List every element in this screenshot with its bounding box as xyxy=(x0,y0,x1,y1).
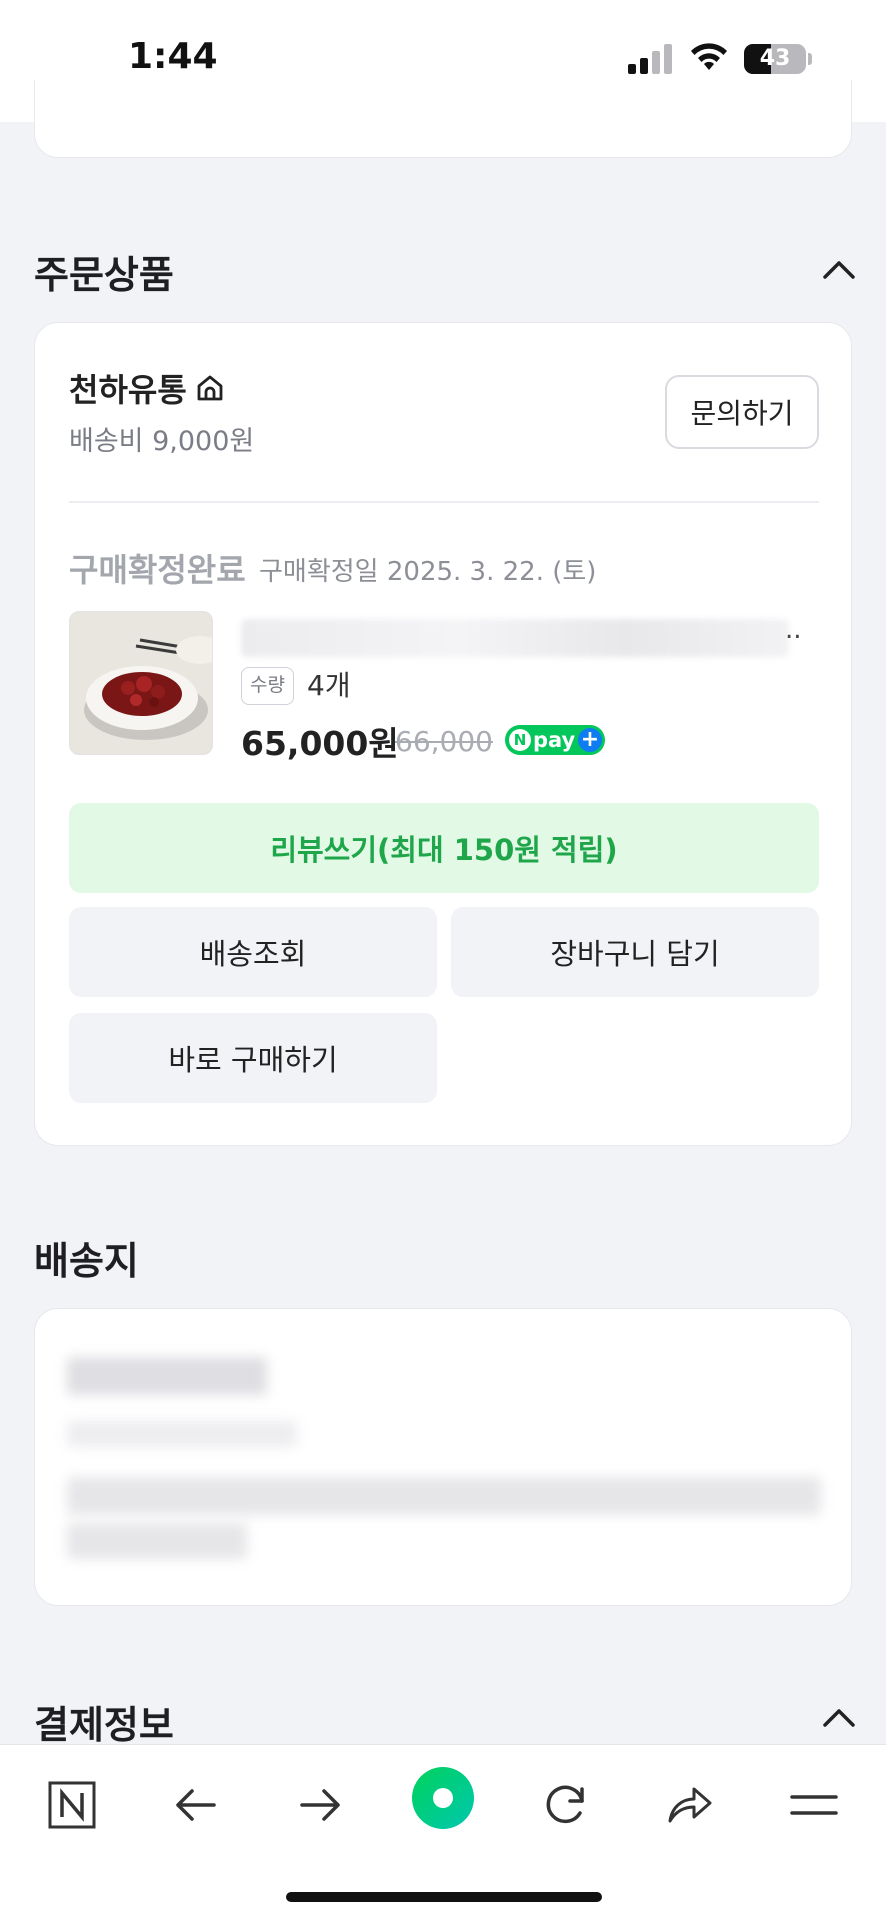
chevron-up-icon[interactable] xyxy=(822,258,856,280)
address-section-title: 배송지 xyxy=(34,1239,139,1283)
battery-icon: 43 xyxy=(744,44,806,74)
product-price: 65,000원 xyxy=(241,724,399,763)
home-indicator xyxy=(286,1892,602,1902)
store-home-icon[interactable] xyxy=(195,373,225,403)
reload-icon[interactable] xyxy=(538,1777,594,1833)
inquiry-button[interactable]: 문의하기 xyxy=(665,375,819,449)
plus-icon: + xyxy=(578,728,602,752)
product-image xyxy=(70,612,212,754)
chevron-up-icon[interactable] xyxy=(822,1706,856,1728)
npay-plus-badge: N pay + xyxy=(505,725,605,755)
order-card: 천하유통 배송비 9,000원 문의하기 구매확정완료 구매확정일 2025. … xyxy=(34,322,852,1146)
share-icon[interactable] xyxy=(662,1777,718,1833)
naver-logo-icon[interactable] xyxy=(44,1777,100,1833)
order-section-title: 주문상품 xyxy=(34,253,174,297)
purchase-status: 구매확정완료 xyxy=(69,551,246,589)
address-line2-blurred xyxy=(67,1523,247,1559)
status-time: 1:44 xyxy=(128,36,218,77)
green-dot-icon[interactable] xyxy=(410,1765,476,1831)
product-thumbnail[interactable] xyxy=(69,611,213,755)
divider xyxy=(69,501,819,503)
recipient-name-blurred xyxy=(67,1357,267,1395)
signal-icon xyxy=(628,44,672,74)
add-to-cart-button[interactable]: 장바구니 담기 xyxy=(451,907,819,997)
npay-n-icon: N xyxy=(509,729,531,751)
product-name-ellipsis: .. xyxy=(785,615,802,645)
write-review-button[interactable]: 리뷰쓰기(최대 150원 적립) xyxy=(69,803,819,893)
seller-name[interactable]: 천하유통 xyxy=(69,365,187,411)
battery-level: 43 xyxy=(759,46,791,71)
forward-arrow-icon[interactable] xyxy=(292,1777,348,1833)
product-name-blurred[interactable] xyxy=(241,619,789,657)
back-arrow-icon[interactable] xyxy=(168,1777,224,1833)
purchase-confirm-date: 구매확정일 2025. 3. 22. (토) xyxy=(259,557,597,587)
original-price: 66,000 xyxy=(395,725,493,758)
quantity-label: 수량 xyxy=(241,667,294,705)
recipient-phone-blurred xyxy=(67,1421,297,1447)
payment-section-title: 결제정보 xyxy=(34,1703,174,1747)
buy-now-button[interactable]: 바로 구매하기 xyxy=(69,1013,437,1103)
npay-label: pay xyxy=(533,728,576,752)
shipping-fee: 배송비 9,000원 xyxy=(69,426,255,457)
previous-card xyxy=(34,80,852,158)
wifi-icon xyxy=(691,43,727,70)
menu-icon[interactable] xyxy=(786,1777,842,1833)
address-line-blurred xyxy=(67,1477,821,1515)
address-card xyxy=(34,1308,852,1606)
track-delivery-button[interactable]: 배송조회 xyxy=(69,907,437,997)
quantity-value: 4개 xyxy=(307,669,351,702)
battery-cap xyxy=(808,53,812,65)
